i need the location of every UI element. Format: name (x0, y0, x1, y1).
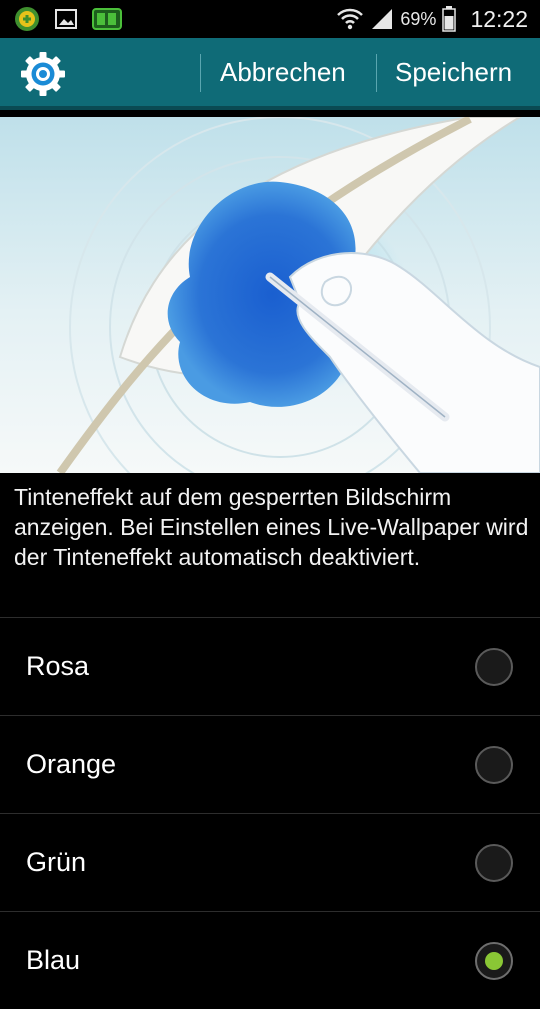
action-bar: Abbrechen Speichern (0, 38, 540, 110)
option-row-rosa[interactable]: Rosa (0, 617, 540, 715)
battery-icon (442, 6, 457, 32)
clock: 12:22 (470, 5, 528, 32)
radio-button[interactable] (475, 843, 513, 882)
ink-effect-preview-image (0, 117, 540, 473)
option-row-orange[interactable]: Orange (0, 715, 540, 813)
action-bar-divider (200, 54, 201, 92)
option-row-gruen[interactable]: Grün (0, 813, 540, 911)
app-notification-icon (15, 7, 39, 31)
cancel-button[interactable]: Abbrechen (220, 38, 346, 106)
option-label: Rosa (26, 651, 90, 681)
gear-icon[interactable] (20, 51, 66, 97)
option-row-blau[interactable]: Blau (0, 911, 540, 1009)
option-label: Orange (26, 749, 117, 779)
option-label: Blau (26, 945, 81, 975)
signal-icon (372, 9, 393, 29)
option-label: Grün (26, 847, 87, 877)
description-text: Tinteneffekt auf dem gesperrten Bildschi… (14, 484, 529, 570)
radio-button-selected[interactable] (475, 941, 513, 980)
wifi-icon (337, 8, 364, 30)
radio-selected-dot (485, 951, 503, 970)
status-bar: 69% 12:22 (0, 0, 540, 38)
save-button[interactable]: Speichern (395, 38, 512, 106)
radio-button[interactable] (475, 745, 513, 784)
image-notification-icon (55, 9, 77, 29)
action-bar-divider (376, 54, 377, 92)
color-options-list: Rosa Orange Grün Blau (0, 617, 540, 1009)
radio-button[interactable] (475, 647, 513, 686)
game-notification-icon (92, 8, 122, 30)
battery-percent: 69% (400, 8, 437, 29)
